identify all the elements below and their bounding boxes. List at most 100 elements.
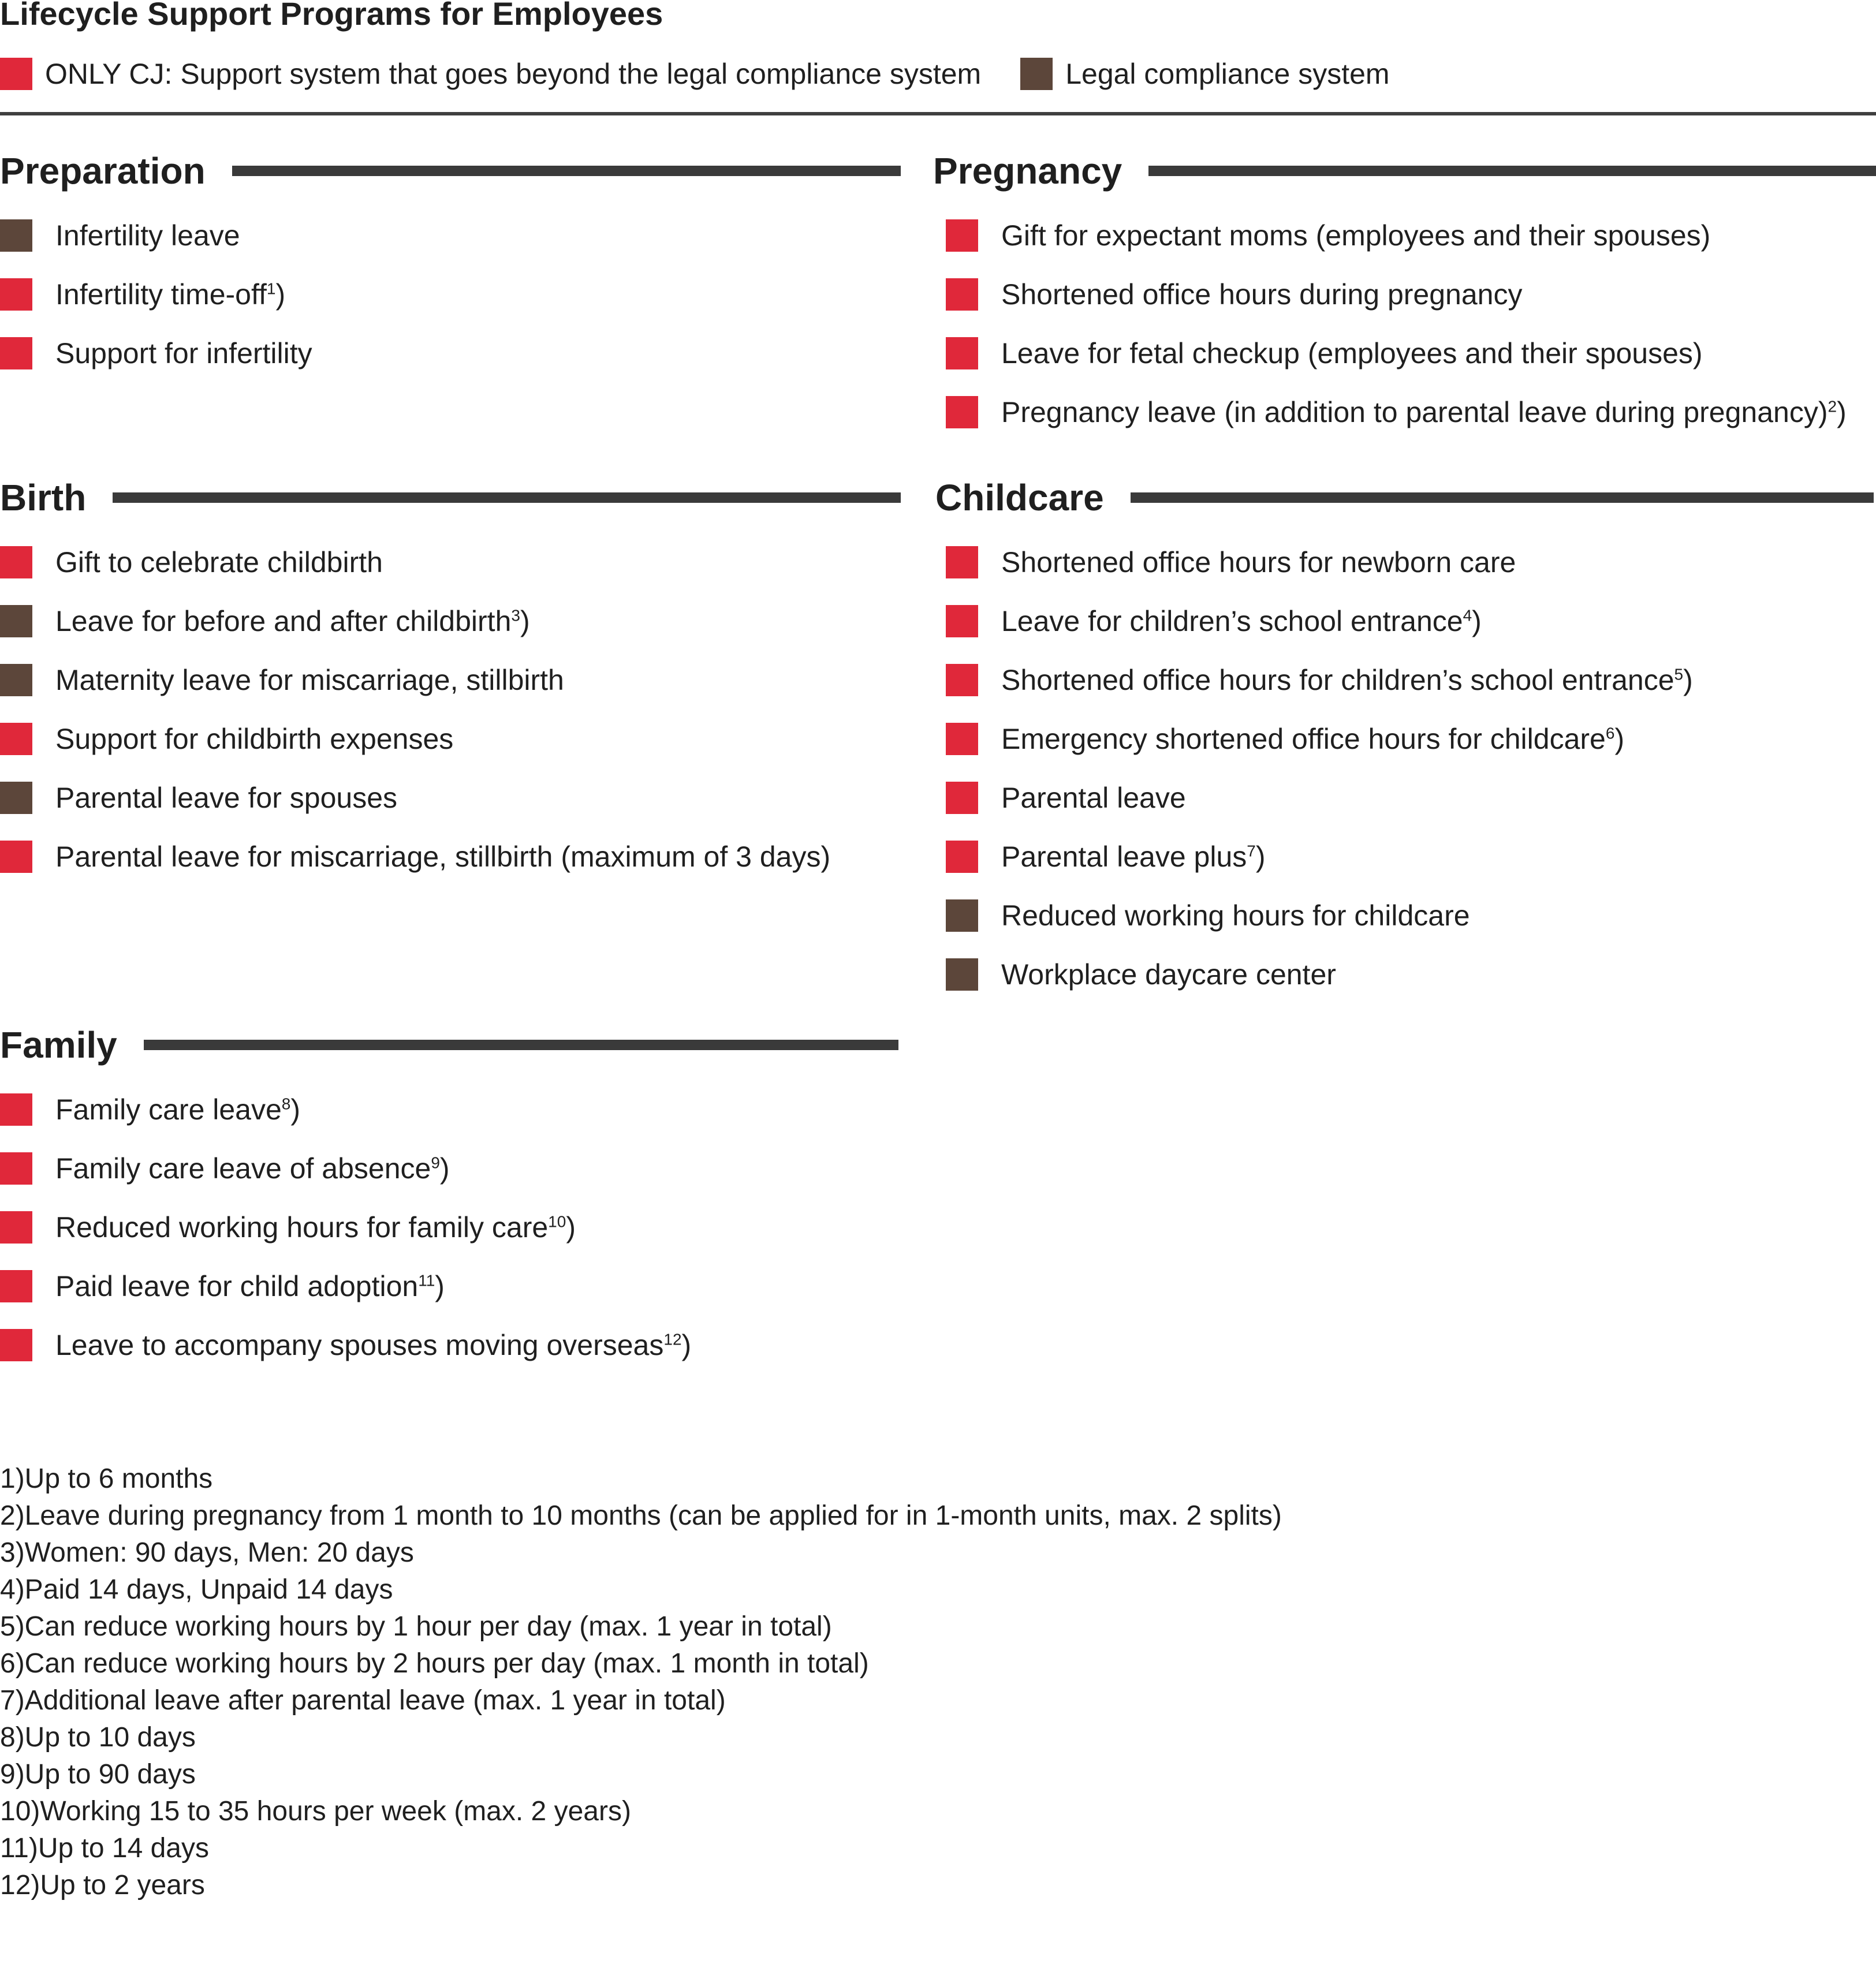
header-divider — [0, 112, 1876, 115]
item-label: Paid leave for child adoption11) — [55, 1270, 445, 1302]
list-item: Infertility leave — [0, 206, 901, 265]
footnote-ref: 7 — [1247, 842, 1256, 860]
section-birth: Birth Gift to celebrate childbirth Leave … — [0, 475, 901, 886]
item-label: Infertility time-off1) — [55, 278, 286, 311]
list-item: Leave for before and after childbirth3) — [0, 592, 901, 651]
item-text: Shortened office hours for children’s sc… — [1001, 664, 1674, 696]
only-cj-swatch-icon — [946, 396, 978, 428]
section-header: Pregnancy — [933, 148, 1876, 194]
only-cj-swatch-icon — [946, 723, 978, 755]
legend-label: Legal compliance system — [1065, 58, 1390, 90]
list-item: Pregnancy leave (in addition to parental… — [946, 383, 1876, 442]
footnote: 12)Up to 2 years — [0, 1870, 205, 1900]
only-cj-swatch-icon — [946, 278, 978, 311]
list-item: Family care leave8) — [0, 1080, 898, 1139]
item-text: Parental leave for spouses — [55, 782, 398, 814]
footnote: 11)Up to 14 days — [0, 1833, 209, 1864]
section-divider-bar — [232, 166, 901, 176]
list-item: Support for childbirth expenses — [0, 710, 901, 768]
footnote-ref: 1 — [266, 279, 276, 298]
item-text: Leave for children’s school entrance — [1001, 605, 1463, 637]
item-text: Parental leave plus — [1001, 841, 1247, 873]
only-cj-swatch-icon — [0, 1270, 32, 1302]
item-label: Maternity leave for miscarriage, stillbi… — [55, 663, 564, 697]
item-label: Reduced working hours for childcare — [1001, 899, 1470, 932]
section-divider-bar — [113, 492, 901, 503]
item-text: Leave for fetal checkup (employees and t… — [1001, 337, 1703, 369]
footnote-ref: 2 — [1827, 397, 1837, 416]
footnote: 2)Leave during pregnancy from 1 month to… — [0, 1500, 1282, 1531]
item-text: Support for childbirth expenses — [55, 723, 454, 755]
list-item: Leave for fetal checkup (employees and t… — [946, 324, 1876, 383]
list-item: Emergency shortened office hours for chi… — [946, 710, 1874, 768]
legend-item-only-cj: ONLY CJ: Support system that goes beyond… — [0, 57, 981, 91]
item-text: Parental leave for miscarriage, stillbir… — [55, 841, 831, 873]
footnote-ref: 9 — [431, 1153, 440, 1172]
legal-swatch-icon — [946, 958, 978, 991]
section-header: Birth — [0, 475, 901, 521]
legal-swatch-icon — [0, 605, 32, 637]
item-label: Gift for expectant moms (employees and t… — [1001, 219, 1710, 252]
program-list: Gift to celebrate childbirth Leave for be… — [0, 533, 901, 886]
footnote: 1)Up to 6 months — [0, 1463, 213, 1494]
item-label: Emergency shortened office hours for chi… — [1001, 723, 1625, 755]
only-cj-swatch-icon — [0, 278, 32, 311]
footnote: 8)Up to 10 days — [0, 1722, 196, 1753]
item-text: Infertility time-off — [55, 278, 267, 311]
list-item: Shortened office hours for newborn care — [946, 533, 1874, 592]
list-item: Parental leave — [946, 768, 1874, 827]
section-title: Childcare — [935, 477, 1104, 518]
section-title: Pregnancy — [933, 150, 1122, 192]
item-label: Gift to celebrate childbirth — [55, 546, 383, 579]
footnote-ref: 5 — [1674, 665, 1684, 684]
list-item: Shortened office hours during pregnancy — [946, 265, 1876, 324]
list-item: Parental leave for miscarriage, stillbir… — [0, 827, 901, 886]
only-cj-swatch-icon — [946, 782, 978, 814]
section-title: Family — [0, 1024, 117, 1066]
item-label: Pregnancy leave (in addition to parental… — [1001, 396, 1847, 428]
legal-swatch-icon — [946, 899, 978, 932]
legal-swatch-icon — [0, 782, 32, 814]
legal-swatch-icon — [0, 219, 32, 252]
item-label: Leave for before and after childbirth3) — [55, 605, 530, 637]
program-list: Family care leave8) Family care leave of … — [0, 1080, 898, 1375]
item-label: Leave to accompany spouses moving overse… — [55, 1329, 692, 1361]
list-item: Reduced working hours for family care10) — [0, 1198, 898, 1257]
list-item: Gift to celebrate childbirth — [0, 533, 901, 592]
legend-label: ONLY CJ: Support system that goes beyond… — [45, 58, 982, 90]
footnote: 10)Working 15 to 35 hours per week (max.… — [0, 1796, 631, 1827]
item-text: Shortened office hours during pregnancy — [1001, 278, 1523, 311]
list-item: Infertility time-off1) — [0, 265, 901, 324]
item-label: Support for childbirth expenses — [55, 722, 453, 756]
item-label: Workplace daycare center — [1001, 958, 1336, 991]
item-label: Leave for fetal checkup (employees and t… — [1001, 337, 1703, 370]
list-item: Workplace daycare center — [946, 945, 1874, 1004]
only-cj-swatch-icon — [946, 219, 978, 252]
legal-swatch-icon — [0, 664, 32, 696]
only-cj-swatch-icon — [946, 841, 978, 873]
page-title: Lifecycle Support Programs for Employees — [0, 0, 663, 32]
item-label: Shortened office hours for children’s sc… — [1001, 664, 1693, 696]
footnote: 5)Can reduce working hours by 1 hour per… — [0, 1611, 832, 1642]
item-label: Parental leave for spouses — [55, 781, 397, 815]
item-text: Reduced working hours for childcare — [1001, 899, 1470, 932]
only-cj-swatch-icon — [0, 546, 32, 578]
section-pregnancy: Pregnancy Gift for expectant moms (emplo… — [933, 148, 1876, 442]
only-cj-swatch-icon — [0, 1329, 32, 1361]
list-item: Shortened office hours for children’s sc… — [946, 651, 1874, 710]
section-childcare: Childcare Shortened office hours for new… — [935, 475, 1874, 1004]
item-label: Infertility leave — [55, 219, 240, 252]
item-label: Leave for children’s school entrance4) — [1001, 605, 1482, 637]
list-item: Parental leave for spouses — [0, 768, 901, 827]
item-text: Paid leave for child adoption — [55, 1270, 419, 1302]
list-item: Reduced working hours for childcare — [946, 886, 1874, 945]
only-cj-swatch-icon — [946, 605, 978, 637]
item-text: Gift to celebrate childbirth — [55, 546, 383, 578]
item-text: Family care leave — [55, 1093, 282, 1126]
section-divider-bar — [1130, 492, 1874, 503]
legend-item-legal: Legal compliance system — [1020, 57, 1390, 91]
item-text: Workplace daycare center — [1001, 958, 1336, 991]
program-list: Infertility leave Infertility time-off1) S… — [0, 206, 901, 383]
list-item: Leave for children’s school entrance4) — [946, 592, 1874, 651]
footnote-ref: 6 — [1605, 724, 1615, 742]
